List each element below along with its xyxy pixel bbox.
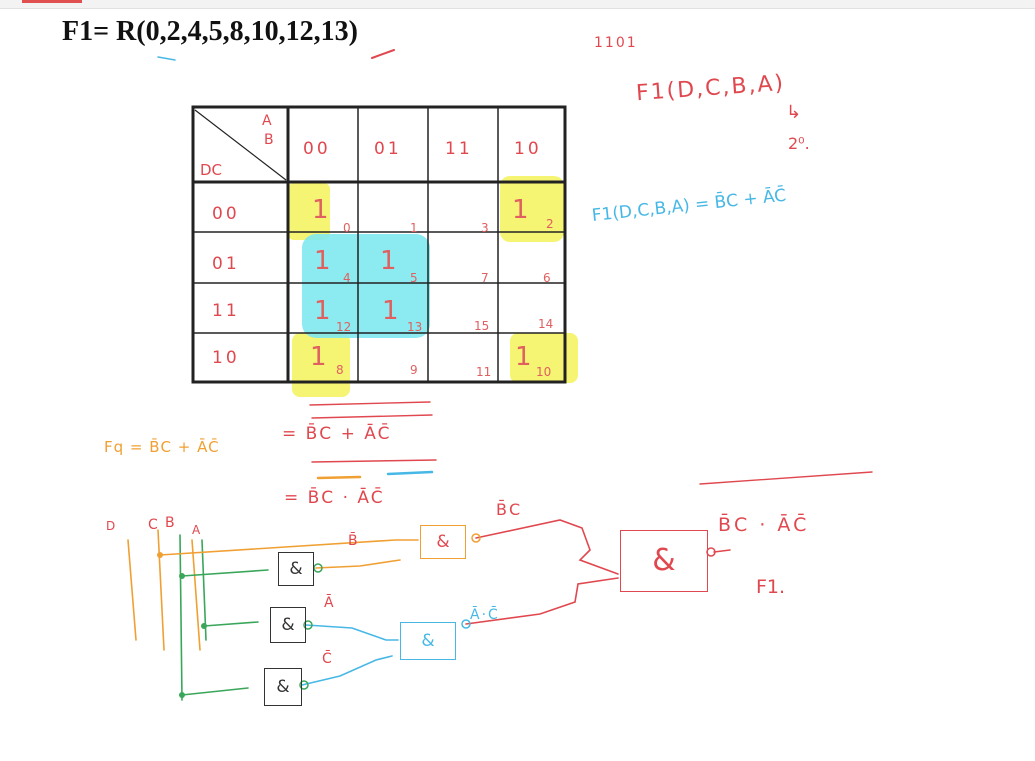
nand-gate-ac: & bbox=[400, 622, 456, 660]
kmap-corner-a: A bbox=[262, 113, 272, 129]
input-label-a: A bbox=[192, 523, 201, 537]
kmap-cell-value: 1 bbox=[314, 296, 331, 326]
kmap-cell-index: 10 bbox=[536, 365, 552, 379]
kmap-cell-index: 15 bbox=[474, 319, 490, 333]
kmap-corner-b: B bbox=[264, 132, 274, 148]
equation-fq: Fq = B̄C + ĀC̄ bbox=[104, 438, 220, 456]
kmap-cell-index: 9 bbox=[410, 363, 418, 377]
input-label-c: C bbox=[148, 517, 158, 533]
kmap-cell-index: 7 bbox=[481, 271, 489, 285]
kmap-cell-index: 5 bbox=[410, 271, 418, 285]
kmap-cell-index: 2 bbox=[546, 217, 554, 231]
nand-gate-bc: & bbox=[420, 525, 466, 559]
label-a-bar: Ā bbox=[324, 595, 334, 611]
label-output-expr: B̄C · ĀC̄ bbox=[718, 514, 810, 536]
kmap-cell-index: 4 bbox=[343, 271, 351, 285]
kmap-row-header: 10 bbox=[212, 348, 240, 368]
kmap-cell-index: 11 bbox=[476, 365, 492, 379]
kmap-cell-value: 1 bbox=[380, 246, 397, 276]
kmap-row-header: 01 bbox=[212, 254, 240, 274]
kmap-cell-index: 3 bbox=[481, 221, 489, 235]
kmap-cell-index: 12 bbox=[336, 320, 352, 334]
kmap-cell-value: 1 bbox=[312, 195, 329, 225]
kmap-cell-value: 1 bbox=[310, 342, 327, 372]
kmap-cell-value: 1 bbox=[515, 342, 532, 372]
kmap-col-header: 11 bbox=[445, 139, 473, 159]
note-exponent: 2⁰. bbox=[788, 134, 810, 153]
kmap-corner-dc: DC bbox=[200, 161, 223, 179]
kmap-col-header: 10 bbox=[514, 139, 542, 159]
kmap-cell-index: 0 bbox=[343, 221, 351, 235]
kmap-cell-index: 14 bbox=[538, 317, 554, 331]
label-b-bar: B̄ bbox=[348, 533, 358, 549]
equation-double-bar: = B̄C + ĀC̄ bbox=[282, 424, 392, 444]
label-ac: Ā·C̄ bbox=[470, 607, 500, 623]
equation-nand: = B̄C · ĀC̄ bbox=[284, 488, 385, 508]
kmap-col-header: 01 bbox=[374, 139, 402, 159]
kmap-cell-index: 13 bbox=[407, 320, 423, 334]
label-c-bar: C̄ bbox=[322, 651, 332, 667]
label-bc: B̄C bbox=[496, 500, 523, 519]
kmap-cell-index: 6 bbox=[543, 271, 551, 285]
nand-gate-b: & bbox=[278, 552, 314, 586]
kmap-cell-value: 1 bbox=[382, 296, 399, 326]
nand-gate-a: & bbox=[270, 607, 306, 643]
kmap-cell-value: 1 bbox=[314, 246, 331, 276]
kmap-cell-value: 1 bbox=[512, 195, 529, 225]
input-label-b: B bbox=[165, 515, 175, 531]
kmap-cell-index: 1 bbox=[410, 221, 418, 235]
input-label-d: D bbox=[106, 519, 116, 533]
note-1101: 1101 bbox=[594, 35, 638, 51]
note-arrow: ↳ bbox=[786, 102, 802, 123]
drawing-canvas bbox=[127, 49, 873, 701]
kmap-row-header: 00 bbox=[212, 204, 240, 224]
kmap-col-header: 00 bbox=[303, 139, 331, 159]
nand-gate-final: & bbox=[620, 530, 708, 592]
label-f1-output: F1. bbox=[756, 576, 786, 598]
nand-gate-c: & bbox=[264, 668, 302, 706]
kmap-cell-index: 8 bbox=[336, 363, 344, 377]
kmap-row-header: 11 bbox=[212, 301, 240, 321]
